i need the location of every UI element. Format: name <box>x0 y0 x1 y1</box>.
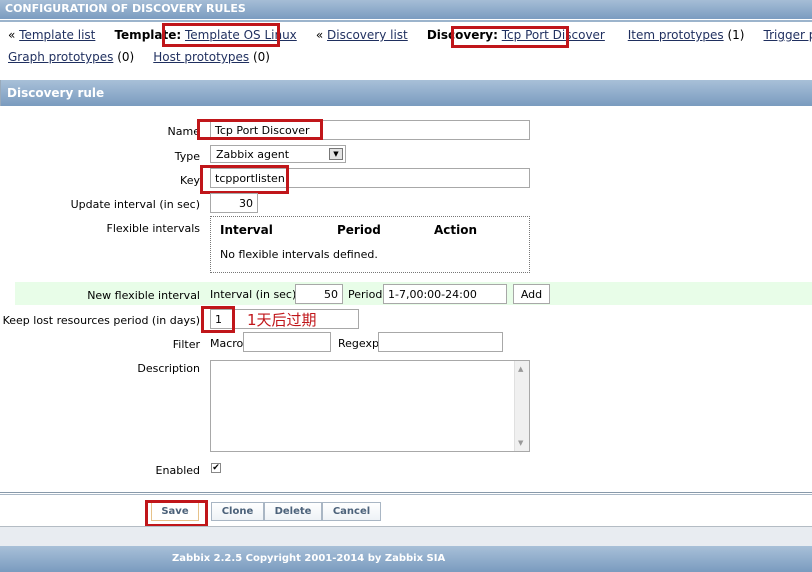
clone-button[interactable]: Clone <box>211 502 264 521</box>
host-prototypes-count: (0) <box>252 50 270 64</box>
graph-prototypes-link[interactable]: Graph prototypes <box>8 50 113 64</box>
macro-input[interactable] <box>243 332 331 352</box>
type-select-value: Zabbix agent <box>216 148 290 161</box>
back-symbol: « <box>8 28 16 42</box>
flexible-intervals-label: Flexible intervals <box>106 222 201 235</box>
new-flex-interval-input[interactable]: 50 <box>295 284 343 304</box>
key-label: Key <box>180 174 200 187</box>
page-title: CONFIGURATION OF DISCOVERY RULES <box>0 0 812 19</box>
new-flex-period-input[interactable]: 1-7,00:00-24:00 <box>383 284 507 304</box>
add-button[interactable]: Add <box>513 284 550 304</box>
host-prototypes-link[interactable]: Host prototypes <box>153 50 249 64</box>
trigger-prototypes-link[interactable]: Trigger prototypes <box>764 28 812 42</box>
scroll-down-icon[interactable]: ▼ <box>518 439 523 447</box>
footer-spacer <box>0 526 812 546</box>
new-flex-period-label: Period <box>348 288 383 301</box>
highlight-box <box>162 23 280 47</box>
column-header: Period <box>337 223 381 237</box>
highlight-box <box>201 306 235 333</box>
graph-prototypes-count: (0) <box>117 50 135 64</box>
filter-label: Filter <box>172 338 200 351</box>
annotation-text: 1天后过期 <box>247 311 317 329</box>
footer-copyright: Zabbix 2.2.5 Copyright 2001-2014 by Zabb… <box>0 546 812 572</box>
column-header: Interval <box>220 223 273 237</box>
macro-label: Macro <box>210 337 244 350</box>
update-interval-label: Update interval (in sec) <box>70 198 200 211</box>
chevron-down-icon[interactable]: ▼ <box>329 148 343 160</box>
item-prototypes-count: (1) <box>727 28 745 42</box>
name-label: Name <box>167 125 200 138</box>
type-label: Type <box>174 150 200 163</box>
update-interval-input[interactable]: 30 <box>210 193 258 213</box>
template-list-link[interactable]: Template list <box>19 28 95 42</box>
delete-button[interactable]: Delete <box>264 502 322 521</box>
highlight-box <box>451 26 569 48</box>
highlight-box <box>200 165 289 194</box>
highlight-box <box>197 119 323 140</box>
new-flexible-interval-label: New flexible interval <box>87 289 200 302</box>
description-label: Description <box>137 362 200 375</box>
empty-message: No flexible intervals defined. <box>220 248 378 261</box>
discovery-list-link[interactable]: Discovery list <box>327 28 408 42</box>
enabled-checkbox[interactable]: ✔ <box>211 463 221 473</box>
new-flex-interval-label: Interval (in sec) <box>210 288 297 301</box>
scrollbar[interactable]: ▲ ▼ <box>514 361 529 451</box>
column-header: Action <box>434 223 478 237</box>
type-select[interactable]: Zabbix agent ▼ <box>210 145 346 163</box>
section-title: Discovery rule <box>0 80 812 106</box>
cancel-button[interactable]: Cancel <box>322 502 381 521</box>
checkmark-icon: ✔ <box>212 463 220 473</box>
divider <box>0 20 812 22</box>
divider <box>0 494 812 495</box>
highlight-box <box>145 500 208 527</box>
back-symbol: « <box>315 28 324 42</box>
flexible-intervals-table: Interval Period Action No flexible inter… <box>210 216 530 273</box>
keep-lost-label: Keep lost resources period (in days) <box>2 314 200 327</box>
item-prototypes-link[interactable]: Item prototypes <box>628 28 724 42</box>
description-textarea[interactable]: ▲ ▼ <box>210 360 530 452</box>
enabled-label: Enabled <box>155 464 200 477</box>
scroll-up-icon[interactable]: ▲ <box>518 365 523 373</box>
regexp-input[interactable] <box>378 332 503 352</box>
divider <box>0 492 812 493</box>
regexp-label: Regexp <box>338 337 379 350</box>
